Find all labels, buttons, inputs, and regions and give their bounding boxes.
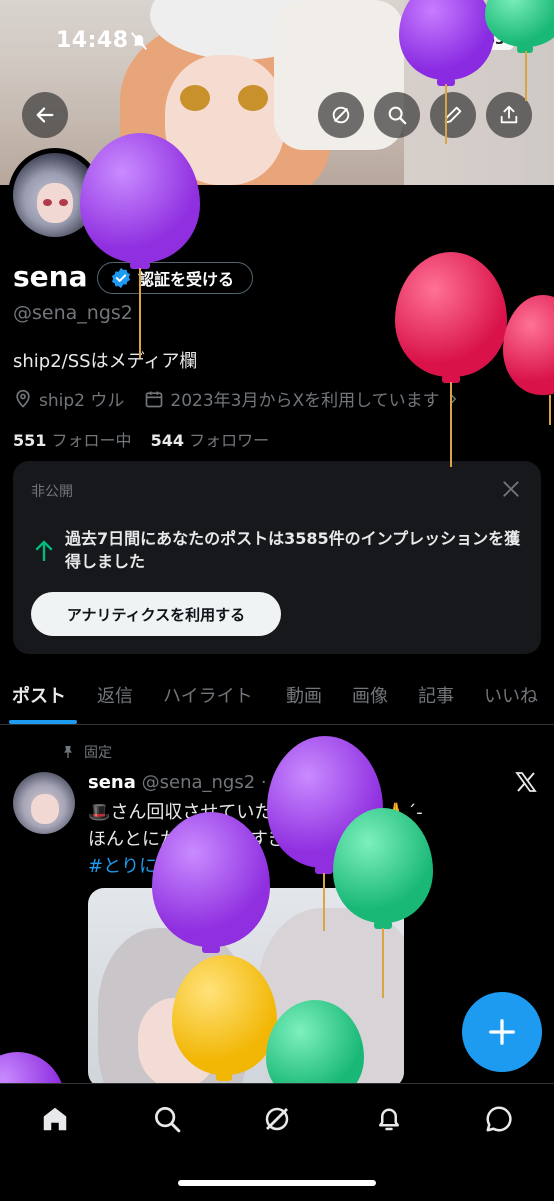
profile-location: ship2 ウル <box>39 391 125 411</box>
messages-icon[interactable] <box>484 1104 514 1134</box>
tab-posts[interactable]: ポスト <box>12 682 66 708</box>
balloon-purple <box>0 1052 65 1142</box>
following-label: フォロー中 <box>51 431 132 450</box>
close-icon[interactable] <box>501 479 521 499</box>
compose-button[interactable] <box>462 992 542 1072</box>
profile-tabs: ポスト 返信 ハイライト 動画 画像 記事 いいね <box>0 676 554 725</box>
balloon-yellow <box>172 955 277 1085</box>
arrow-left-icon <box>36 107 54 123</box>
balloon-green <box>333 808 433 998</box>
arrow-up-icon <box>35 540 53 561</box>
analytics-button[interactable]: アナリティクスを利用する <box>31 592 281 636</box>
status-time: 14:48 <box>56 28 129 53</box>
balloon-purple <box>80 133 200 363</box>
following-count: 551 <box>13 431 47 450</box>
private-analytics-card: 非公開 過去7日間にあなたのポストは3585件のインプレッションを獲得しました … <box>13 461 541 654</box>
location-icon <box>16 389 30 408</box>
avatar-eye <box>43 199 52 206</box>
x-logo-icon <box>515 772 537 792</box>
pinned-indicator: 固定 <box>60 742 112 762</box>
plus-icon <box>489 1019 515 1045</box>
tab-replies[interactable]: 返信 <box>97 682 133 708</box>
tab-likes[interactable]: いいね <box>484 682 538 708</box>
grok-icon <box>332 106 350 124</box>
pin-icon <box>64 746 72 758</box>
impressions-message: 過去7日間にあなたのポストは3585件のインプレッションを獲得しました <box>65 529 521 571</box>
home-icon[interactable] <box>40 1104 70 1134</box>
avatar-eye <box>59 199 68 206</box>
grok-button[interactable] <box>318 92 364 138</box>
private-label: 非公開 <box>31 484 73 500</box>
followers-count: 544 <box>150 431 185 450</box>
follow-counts: 551 フォロー中 544 フォロワー <box>13 427 269 451</box>
following-link[interactable]: 551 フォロー中 <box>13 431 132 450</box>
balloon-red <box>503 295 554 435</box>
tab-highlights[interactable]: ハイライト <box>163 682 253 708</box>
active-tab-indicator <box>9 720 77 724</box>
search-icon[interactable] <box>152 1104 182 1134</box>
grok-icon[interactable] <box>262 1104 292 1134</box>
post-author[interactable]: sena <box>88 772 136 793</box>
balloon-purple <box>152 812 270 953</box>
tab-images[interactable]: 画像 <box>352 682 388 708</box>
balloon-purple <box>399 0 494 155</box>
post-avatar[interactable] <box>13 772 75 834</box>
balloon-green <box>485 0 554 115</box>
back-button[interactable] <box>22 92 68 138</box>
balloon-green <box>266 1000 364 1105</box>
tab-articles[interactable]: 記事 <box>418 682 454 708</box>
profile-meta: ship2 ウル 2023年3月からXを利用しています <box>13 386 460 411</box>
profile-name: sena <box>13 260 88 293</box>
followers-link[interactable]: 544 フォロワー <box>151 431 270 450</box>
banner-eye <box>180 85 210 111</box>
bell-muted-icon <box>130 32 148 50</box>
banner-eye <box>238 85 268 111</box>
home-indicator <box>178 1180 376 1186</box>
tab-videos[interactable]: 動画 <box>286 682 322 708</box>
calendar-icon <box>146 391 163 407</box>
balloon-red <box>395 252 507 467</box>
followers-label: フォロワー <box>189 431 270 450</box>
post-avatar-face <box>31 794 59 824</box>
pinned-label: 固定 <box>84 745 112 761</box>
bell-icon[interactable] <box>374 1104 404 1134</box>
